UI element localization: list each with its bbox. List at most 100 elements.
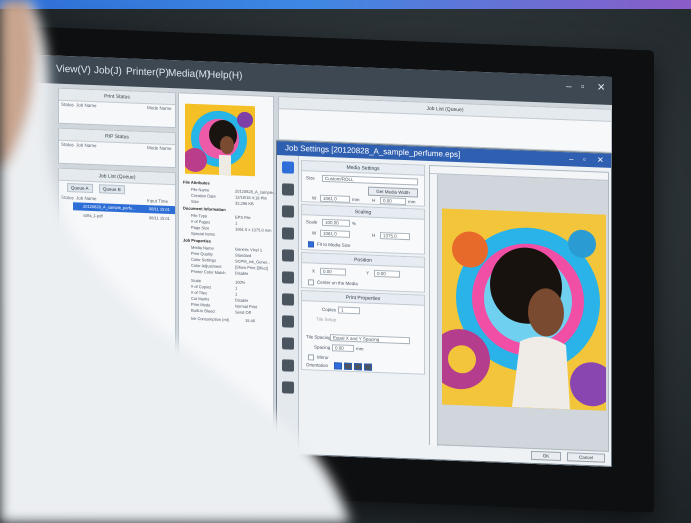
prop-label: Ink Consumption (ml) bbox=[191, 315, 230, 323]
position-section: Position X 0.00 Y 0.00 Center on the Med… bbox=[301, 252, 425, 293]
prop-label: Creation Date bbox=[191, 192, 216, 199]
prop-label: Special Items bbox=[191, 230, 216, 237]
column-status[interactable]: Status bbox=[61, 142, 74, 147]
maximize-button[interactable]: ▫ bbox=[581, 82, 585, 93]
fit-media-checkbox[interactable] bbox=[308, 241, 314, 248]
column-status[interactable]: Status bbox=[61, 195, 74, 200]
spacing-value: 0.00 bbox=[335, 345, 344, 351]
dialog-close-button[interactable]: ✕ bbox=[597, 155, 604, 164]
input-time: 08/11 15:01 bbox=[149, 206, 170, 212]
scaled-width-value: 1061.0 bbox=[323, 230, 337, 237]
horizontal-ruler bbox=[430, 165, 608, 181]
prop-value: 1 bbox=[235, 220, 238, 226]
prop-value: Normal Print bbox=[235, 303, 258, 310]
orientation-90-button[interactable] bbox=[344, 362, 352, 370]
section-title: Media Settings bbox=[302, 161, 424, 176]
scaled-width-input[interactable]: 1061.0 bbox=[320, 229, 350, 238]
color-adjust-icon[interactable] bbox=[282, 227, 294, 240]
mirror-checkbox[interactable] bbox=[308, 354, 314, 361]
percent-label: % bbox=[352, 220, 357, 227]
column-input-time[interactable]: Input Time bbox=[147, 198, 168, 204]
layout-preview[interactable] bbox=[429, 164, 609, 452]
wrench-icon[interactable] bbox=[282, 271, 294, 284]
prop-label: # of Pages bbox=[191, 218, 211, 225]
minimize-button[interactable]: – bbox=[566, 81, 572, 92]
job-settings-dialog: Job Settings [20120828_A_sample_perfume.… bbox=[276, 140, 612, 467]
unit-label: mm bbox=[356, 346, 364, 352]
menu-view[interactable]: View(V) bbox=[56, 64, 91, 76]
tile-spacing-select[interactable]: Equal X and Y Spacing bbox=[330, 334, 410, 345]
column-mode-name[interactable]: Mode Name bbox=[147, 145, 172, 151]
copy-icon[interactable] bbox=[282, 359, 294, 372]
close-button[interactable]: ✕ bbox=[597, 82, 605, 93]
column-status[interactable]: Status bbox=[61, 102, 74, 107]
layout-icon[interactable] bbox=[282, 161, 294, 174]
prop-label: Printer Color Match bbox=[191, 268, 226, 276]
frame-icon[interactable] bbox=[282, 337, 294, 350]
x-input[interactable]: 0.00 bbox=[320, 267, 346, 276]
dialog-maximize-button[interactable]: ▫ bbox=[583, 155, 586, 164]
y-value: 0.00 bbox=[377, 270, 386, 277]
vertical-ruler bbox=[430, 173, 438, 447]
menu-printer[interactable]: Printer(P) bbox=[126, 66, 169, 79]
tile-setup-label: Tile Setup bbox=[316, 316, 337, 323]
prop-value: Send Off bbox=[235, 309, 251, 316]
center-media-checkbox[interactable] bbox=[308, 279, 314, 286]
job-thumbnail bbox=[185, 103, 255, 177]
scissors-icon[interactable] bbox=[282, 293, 294, 306]
tab-queue-a[interactable]: Queue A bbox=[67, 183, 93, 194]
ink-icon[interactable] bbox=[282, 205, 294, 218]
width-input[interactable]: 1061.0 bbox=[320, 194, 350, 203]
tile-icon[interactable] bbox=[282, 249, 294, 262]
ok-button[interactable]: OK bbox=[531, 450, 561, 462]
column-job-name[interactable]: Job Name bbox=[76, 142, 97, 148]
center-media-label: Center on the Media bbox=[317, 279, 358, 287]
menu-media[interactable]: Media(M) bbox=[168, 68, 210, 81]
color-icon[interactable] bbox=[282, 183, 294, 196]
tab-queue-b[interactable]: Queue B bbox=[99, 184, 125, 195]
prop-value: Disable bbox=[235, 297, 249, 304]
prop-label: Media Name bbox=[191, 244, 214, 251]
wifi-icon[interactable] bbox=[282, 381, 294, 394]
prop-value: Generic Vinyl 1 bbox=[235, 246, 263, 253]
monitor: View(V) Job(J) Printer(P) Media(M) Help(… bbox=[14, 26, 654, 513]
column-mode-name[interactable]: Mode Name bbox=[147, 105, 172, 111]
prop-label: Print Quality bbox=[191, 250, 213, 257]
prop-value: Disable bbox=[235, 270, 249, 277]
prop-value: 15.46 bbox=[245, 317, 256, 324]
input-time: 08/11 15:01 bbox=[149, 215, 170, 221]
rip-status-pane: RIP Status Status Job Name Mode Name bbox=[58, 127, 176, 169]
orientation-180-button[interactable] bbox=[354, 363, 362, 371]
scaling-section: Scaling Scale 100.00 % W 1061.0 H 1375.0… bbox=[301, 204, 425, 255]
scaled-height-input[interactable]: 1375.0 bbox=[380, 232, 410, 241]
size-select[interactable]: Custom/ROLL bbox=[322, 174, 418, 186]
column-job-name[interactable]: Job Name bbox=[76, 102, 97, 108]
copies-input[interactable]: 1 bbox=[338, 306, 360, 315]
media-settings-section: Media Settings Size Custom/ROLL Get Medi… bbox=[301, 160, 425, 207]
menu-job[interactable]: Job(J) bbox=[94, 65, 122, 77]
column-job-name[interactable]: Job Name bbox=[76, 195, 97, 201]
spacing-input[interactable]: 0.00 bbox=[332, 344, 354, 353]
section-file-attributes: File Attributes bbox=[183, 179, 210, 186]
prop-label: Built-in Bleed bbox=[191, 307, 215, 314]
prop-label: # of Tiles bbox=[191, 289, 208, 296]
spacing-label: Spacing bbox=[314, 344, 331, 351]
dialog-minimize-button[interactable]: – bbox=[569, 154, 573, 163]
timer-icon[interactable] bbox=[282, 315, 294, 328]
preview-image bbox=[442, 208, 606, 411]
y-input[interactable]: 0.00 bbox=[374, 269, 400, 278]
orientation-270-button[interactable] bbox=[364, 363, 372, 371]
job-properties-pane: File Attributes File Name 20120828_A_sam… bbox=[178, 92, 276, 426]
height-input[interactable]: 0.00 bbox=[380, 197, 406, 206]
scale-input[interactable]: 100.00 bbox=[322, 218, 350, 227]
orientation-0-button[interactable] bbox=[334, 362, 342, 370]
get-media-width-button[interactable]: Get Media Width bbox=[368, 186, 418, 198]
unit-label: mm bbox=[408, 199, 416, 205]
menu-help[interactable]: Help(H) bbox=[208, 69, 242, 81]
screen: View(V) Job(J) Printer(P) Media(M) Help(… bbox=[28, 54, 612, 467]
unit-label: mm bbox=[352, 196, 360, 203]
cancel-button[interactable]: Cancel bbox=[567, 452, 605, 463]
prop-value: 1 bbox=[235, 291, 238, 297]
prop-value: EPS File bbox=[235, 214, 251, 221]
prop-label: Cut Marks bbox=[191, 295, 210, 302]
